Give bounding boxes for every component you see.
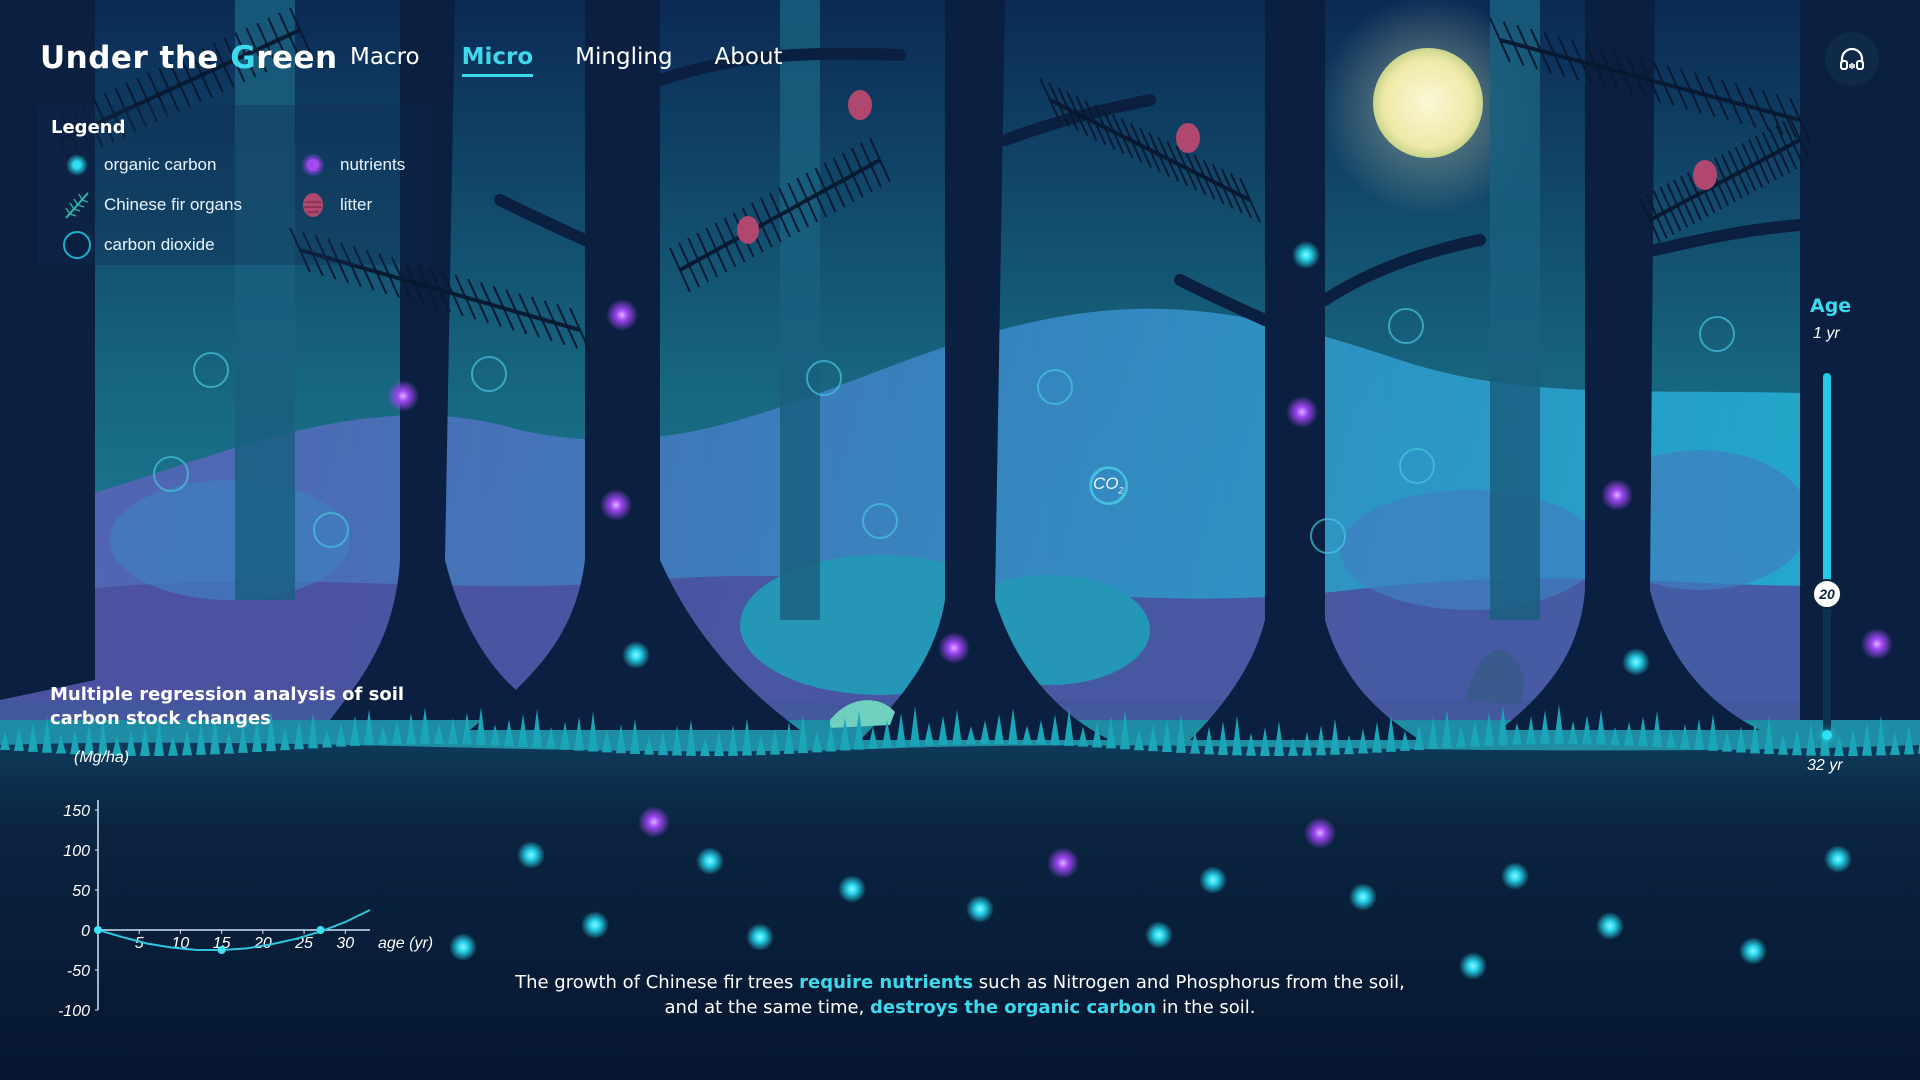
caption-text: in the soil.	[1156, 997, 1256, 1018]
y-tick-label: 0	[81, 923, 90, 940]
y-tick-label: 50	[72, 883, 90, 900]
organic-carbon-particle	[1824, 845, 1852, 873]
legend-item-organic-carbon: organic carbon	[62, 150, 216, 180]
x-tick-label: 5	[135, 935, 144, 952]
nutrient-particle	[938, 632, 970, 664]
legend-label: organic carbon	[104, 155, 217, 174]
age-title: Age	[1810, 295, 1852, 317]
caption-text: The growth of Chinese fir trees	[515, 972, 800, 993]
nutrient-particle	[600, 489, 632, 521]
nutrient-particle	[387, 380, 419, 412]
organic-carbon-particle	[746, 923, 774, 951]
y-axis-label: (Mg/ha)	[74, 749, 129, 766]
legend-title: Legend	[51, 117, 126, 138]
organic-carbon-particle	[449, 933, 477, 961]
organic-carbon-particle	[1501, 862, 1529, 890]
legend-label: carbon dioxide	[104, 235, 215, 254]
organic-carbon-particle	[1739, 937, 1767, 965]
caption-highlight-organic-carbon: destroys the organic carbon	[870, 997, 1157, 1018]
chart-point	[217, 946, 226, 954]
nutrient-particle	[638, 806, 670, 838]
co2-label: CO2	[1093, 474, 1124, 496]
organic-carbon-particle	[1459, 952, 1487, 980]
legend-item-litter: litter	[298, 190, 372, 220]
litter-cone-icon	[298, 190, 328, 220]
nutrient-particle	[1286, 396, 1318, 428]
nav-item-micro[interactable]: Micro	[461, 44, 534, 77]
y-tick-label: 150	[63, 803, 90, 820]
organic-carbon-particle	[517, 841, 545, 869]
legend-item-nutrients: nutrients	[298, 150, 405, 180]
chart-point	[316, 926, 325, 934]
nav-item-macro[interactable]: Macro	[350, 44, 420, 77]
organic-carbon-particle	[1622, 648, 1650, 676]
chart-title: Multiple regression analysis of soil car…	[50, 684, 405, 729]
organic-carbon-particle	[622, 641, 650, 669]
fir-branch-icon	[62, 190, 92, 220]
x-axis-label: age (yr)	[378, 935, 433, 952]
age-slider-fill	[1823, 373, 1831, 594]
organic-carbon-particle	[696, 847, 724, 875]
organic-carbon-particle	[838, 875, 866, 903]
y-tick-label: -50	[67, 963, 90, 980]
caption-highlight-nutrients: require nutrients	[799, 972, 974, 993]
scene-caption: The growth of Chinese fir trees require …	[460, 970, 1460, 1020]
organic-carbon-particle	[1199, 866, 1227, 894]
soil-carbon-regression-chart: (Mg/ha)150100500-50-1005 10 15 20 25 30 age (y…	[58, 749, 433, 1020]
organic-carbon-particle	[1596, 912, 1624, 940]
organic-carbon-particle	[966, 895, 994, 923]
headphones-icon	[1840, 47, 1864, 70]
organic-carbon-particle	[581, 911, 609, 939]
y-tick-label: 100	[63, 843, 90, 860]
brand-title-suffix: reen	[256, 40, 338, 76]
main-nav: Macro Micro Mingling About	[350, 44, 783, 77]
moon	[1373, 48, 1483, 158]
legend-label: nutrients	[340, 155, 406, 174]
nutrient-particle	[606, 299, 638, 331]
chart-point	[94, 926, 102, 934]
x-tick-label: 20	[253, 935, 272, 952]
caption-text: and at the same time,	[664, 997, 871, 1018]
age-slider-end-dot	[1822, 730, 1832, 740]
co2-bubble-icon	[62, 230, 92, 260]
caption-text: such as Nitrogen and Phosphorus from the…	[973, 972, 1405, 993]
organic-carbon-dot-icon	[62, 150, 92, 180]
nutrient-particle	[1304, 817, 1336, 849]
nav-item-mingling[interactable]: Mingling	[575, 44, 672, 77]
organic-carbon-particle	[1145, 921, 1173, 949]
y-tick-label: -100	[58, 1003, 90, 1020]
nutrient-particle	[1047, 847, 1079, 879]
x-tick-label: 30	[336, 935, 354, 952]
app-logo[interactable]: Under the Green	[40, 40, 338, 76]
nutrient-particle	[1861, 628, 1893, 660]
legend-item-fir-organs: Chinese fir organs	[62, 190, 242, 220]
age-slider-handle[interactable]: 20	[1812, 578, 1842, 609]
age-max-label: 32 yr	[1807, 757, 1843, 774]
legend-panel: Legend organic carbon nutrients Chinese …	[38, 105, 433, 265]
legend-label: litter	[340, 195, 373, 214]
organic-carbon-particle	[1349, 883, 1377, 911]
age-min-label: 1 yr	[1813, 325, 1840, 342]
brand-title-prefix: Under the	[40, 40, 231, 76]
organic-carbon-particle	[1292, 241, 1320, 269]
legend-item-carbon-dioxide: carbon dioxide	[62, 230, 215, 260]
nav-item-about[interactable]: About	[715, 44, 783, 77]
legend-label: Chinese fir organs	[104, 195, 242, 214]
brand-title-accent: G	[230, 40, 257, 76]
nutrient-dot-icon	[298, 150, 328, 180]
nutrient-particle	[1601, 479, 1633, 511]
audio-toggle-button[interactable]	[1825, 32, 1879, 86]
